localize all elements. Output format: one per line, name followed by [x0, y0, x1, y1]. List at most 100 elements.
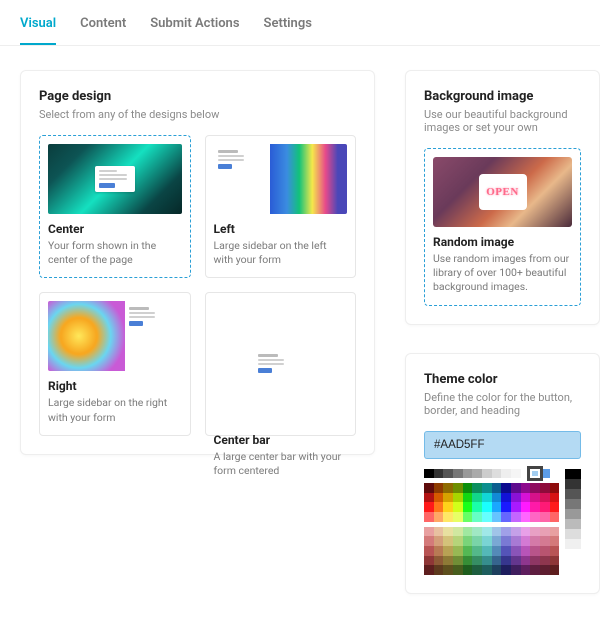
color-swatch[interactable] — [434, 536, 444, 546]
color-swatch[interactable] — [472, 512, 482, 522]
color-swatch[interactable] — [463, 565, 473, 575]
tab-content[interactable]: Content — [80, 16, 126, 45]
color-swatch[interactable] — [501, 536, 511, 546]
color-swatch[interactable] — [482, 546, 492, 556]
color-swatch[interactable] — [521, 527, 531, 537]
bg-option-random[interactable]: OPEN Random image Use random images from… — [424, 148, 581, 306]
design-option-center-bar[interactable]: Center bar A large center bar with your … — [205, 292, 357, 435]
color-swatch[interactable] — [453, 565, 463, 575]
color-swatch[interactable] — [521, 546, 531, 556]
theme-color-input[interactable] — [424, 431, 581, 459]
color-swatch[interactable] — [501, 493, 511, 503]
color-swatch[interactable] — [472, 483, 482, 493]
color-swatch[interactable] — [521, 502, 531, 512]
color-swatch[interactable] — [521, 556, 531, 566]
color-swatch[interactable] — [501, 502, 511, 512]
color-swatch[interactable] — [453, 527, 463, 537]
gray-swatch[interactable] — [565, 529, 581, 539]
color-swatch[interactable] — [540, 512, 550, 522]
color-swatch[interactable] — [463, 536, 473, 546]
color-swatch[interactable] — [434, 556, 444, 566]
color-swatch[interactable] — [501, 527, 511, 537]
color-swatch[interactable] — [511, 546, 521, 556]
color-swatch[interactable] — [540, 527, 550, 537]
color-swatch[interactable] — [482, 512, 492, 522]
color-swatch[interactable] — [492, 512, 502, 522]
color-swatch[interactable] — [530, 546, 540, 556]
color-swatch[interactable] — [443, 512, 453, 522]
color-swatch[interactable] — [540, 536, 550, 546]
color-swatch[interactable] — [521, 512, 531, 522]
color-swatch[interactable] — [540, 565, 550, 575]
color-swatch[interactable] — [482, 483, 492, 493]
color-swatch[interactable] — [472, 527, 482, 537]
color-swatch[interactable] — [424, 527, 434, 537]
color-swatch[interactable] — [511, 502, 521, 512]
color-swatch[interactable] — [463, 469, 473, 479]
color-swatch[interactable] — [530, 483, 540, 493]
color-swatch[interactable] — [424, 493, 434, 503]
gray-swatch[interactable] — [565, 489, 581, 499]
color-swatch[interactable] — [521, 483, 531, 493]
color-swatch[interactable] — [453, 556, 463, 566]
color-swatch[interactable] — [424, 565, 434, 575]
color-swatch[interactable] — [463, 483, 473, 493]
color-swatch[interactable] — [443, 527, 453, 537]
color-swatch[interactable] — [540, 493, 550, 503]
color-swatch[interactable] — [540, 483, 550, 493]
color-swatch[interactable] — [482, 565, 492, 575]
color-swatch[interactable] — [443, 483, 453, 493]
color-swatch[interactable] — [511, 493, 521, 503]
color-swatch[interactable] — [463, 527, 473, 537]
color-swatch[interactable] — [482, 469, 492, 479]
color-swatch[interactable] — [530, 512, 540, 522]
gray-swatch[interactable] — [565, 499, 581, 509]
color-swatch[interactable] — [492, 556, 502, 566]
color-swatch[interactable] — [443, 536, 453, 546]
gray-swatch[interactable] — [565, 509, 581, 519]
color-swatch[interactable] — [443, 469, 453, 479]
color-swatch[interactable] — [482, 502, 492, 512]
color-swatch[interactable] — [443, 565, 453, 575]
color-swatch[interactable] — [424, 502, 434, 512]
color-swatch[interactable] — [511, 512, 521, 522]
gray-swatch[interactable] — [565, 539, 581, 549]
color-swatch[interactable] — [521, 536, 531, 546]
color-swatch[interactable] — [492, 469, 502, 479]
color-swatch[interactable] — [501, 546, 511, 556]
color-swatch[interactable] — [453, 546, 463, 556]
color-swatch[interactable] — [521, 565, 531, 575]
color-swatch[interactable] — [550, 527, 560, 537]
color-swatch[interactable] — [492, 565, 502, 575]
color-swatch[interactable] — [453, 483, 463, 493]
color-swatch[interactable] — [550, 493, 560, 503]
color-swatch[interactable] — [453, 502, 463, 512]
color-swatch[interactable] — [472, 469, 482, 479]
color-swatch[interactable] — [434, 565, 444, 575]
color-swatch[interactable] — [492, 546, 502, 556]
color-swatch[interactable] — [453, 493, 463, 503]
color-swatch[interactable] — [511, 536, 521, 546]
color-swatch[interactable] — [540, 469, 550, 479]
color-swatch[interactable] — [453, 536, 463, 546]
color-swatch[interactable] — [472, 493, 482, 503]
color-swatch[interactable] — [424, 469, 434, 479]
color-swatch[interactable] — [540, 502, 550, 512]
color-swatch[interactable] — [443, 502, 453, 512]
color-swatch[interactable] — [482, 493, 492, 503]
color-swatch[interactable] — [530, 469, 540, 479]
color-swatch[interactable] — [511, 483, 521, 493]
color-swatch[interactable] — [501, 556, 511, 566]
color-swatch[interactable] — [424, 536, 434, 546]
color-swatch[interactable] — [463, 502, 473, 512]
color-swatch[interactable] — [501, 565, 511, 575]
color-swatch[interactable] — [463, 512, 473, 522]
color-swatch[interactable] — [424, 546, 434, 556]
color-swatch[interactable] — [501, 469, 511, 479]
color-swatch[interactable] — [550, 536, 560, 546]
color-swatch[interactable] — [472, 536, 482, 546]
color-swatch[interactable] — [550, 483, 560, 493]
gray-swatch[interactable] — [565, 519, 581, 529]
color-swatch[interactable] — [550, 556, 560, 566]
color-swatch[interactable] — [434, 512, 444, 522]
